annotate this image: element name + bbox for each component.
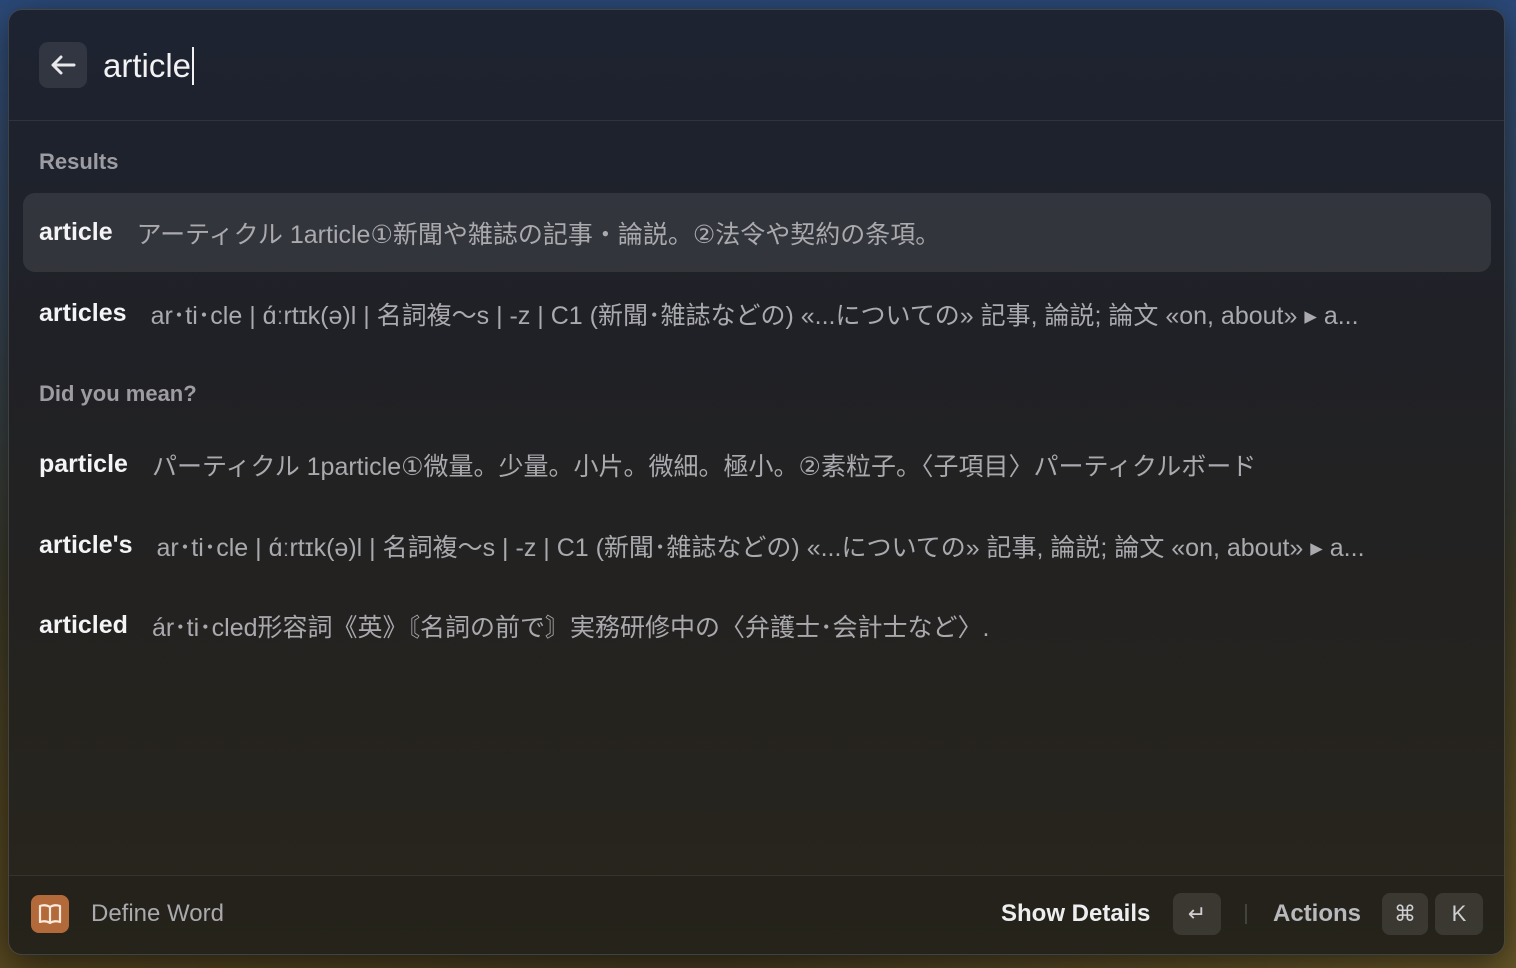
enter-key-hint[interactable]: ↵ [1173,893,1221,935]
book-icon [31,895,69,933]
command-title: Define Word [91,900,224,927]
result-word: articles [39,299,127,327]
result-definition: アーティクル 1article①新聞や雑誌の記事・論説。②法令や契約の条項。 [136,220,941,249]
actions-button[interactable]: Actions [1273,900,1361,928]
arrow-left-icon [51,55,76,75]
show-details-button[interactable]: Show Details [1001,900,1150,928]
section-label-results: Results [39,149,119,174]
result-item-article[interactable]: article アーティクル 1article①新聞や雑誌の記事・論説。②法令や… [23,193,1491,272]
search-input[interactable]: article [103,44,1103,88]
suggestion-item-articled[interactable]: articled ár･ti･cled形容詞《英》〘名詞の前で〙実務研修中の〈弁… [23,586,1491,665]
action-bar: Define Word Show Details ↵ Actions ⌘ K [9,875,1504,954]
result-definition: ar･ti･cle | ɑ́ːrtɪk(ə)l | 名詞複～s | -z | C… [150,301,1359,330]
suggestion-definition: パーティクル 1particle①微量。少量。小片。微細。極小。②素粒子。〈子項… [151,452,1257,481]
result-word: article [39,218,113,246]
suggestion-definition: ár･ti･cled形容詞《英》〘名詞の前で〙実務研修中の〈弁護士･会計士など〉… [151,613,990,642]
suggestion-item-particle[interactable]: particle パーティクル 1particle①微量。少量。小片。微細。極小… [23,425,1491,504]
footer-divider [1245,904,1247,924]
search-bar: article [9,10,1504,121]
section-label-did-you-mean: Did you mean? [39,381,197,406]
text-caret [192,47,195,85]
suggestion-definition: ar･ti･cle | ɑ́ːrtɪk(ə)l | 名詞複～s | -z | C… [156,533,1365,562]
suggestion-word: particle [39,450,128,478]
suggestion-item-articles-possessive[interactable]: article's ar･ti･cle | ɑ́ːrtɪk(ə)l | 名詞複～… [23,506,1491,585]
back-button[interactable] [39,42,87,88]
suggestion-word: articled [39,611,128,639]
result-item-articles[interactable]: articles ar･ti･cle | ɑ́ːrtɪk(ə)l | 名詞複～s… [23,274,1491,353]
k-key-hint[interactable]: K [1435,893,1483,935]
search-input-value: article [103,47,192,84]
command-key-hint[interactable]: ⌘ [1382,893,1428,935]
suggestion-word: article's [39,531,133,559]
launcher-window: article Results article アーティクル 1article①… [8,9,1505,955]
